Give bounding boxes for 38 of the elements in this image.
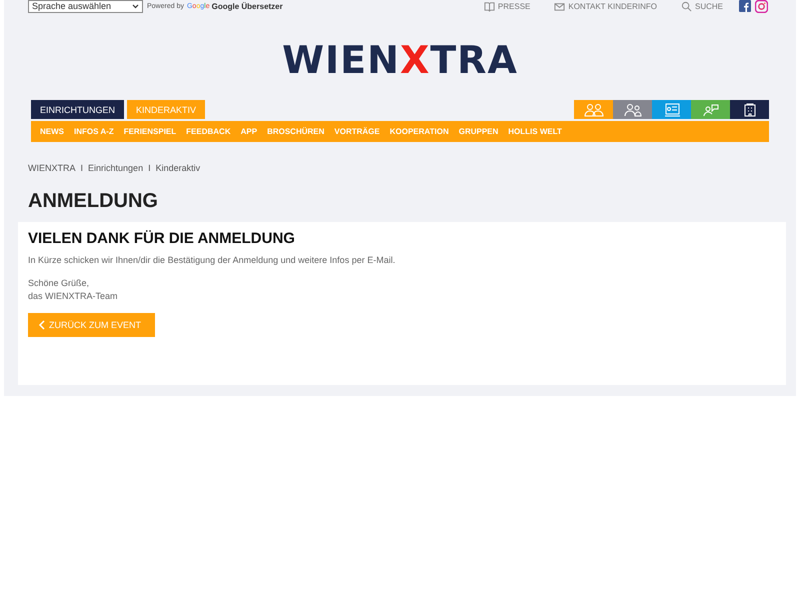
search-icon — [680, 0, 692, 12]
menu-item[interactable]: NEWS — [40, 127, 64, 136]
menu-item[interactable]: INFOS A-Z — [74, 127, 114, 136]
top-link[interactable]: KONTAKT KINDERINFO — [554, 0, 657, 12]
instagram-icon[interactable] — [755, 0, 768, 12]
top-link[interactable]: PRESSE — [484, 0, 530, 12]
menu-item[interactable]: HOLLIS WELT — [508, 127, 562, 136]
translator-name: Google Übersetzer — [212, 2, 283, 10]
breadcrumb-separator: I — [148, 163, 151, 173]
facebook-icon[interactable] — [739, 0, 751, 12]
page-title: ANMELDUNG — [28, 190, 159, 213]
menu-item[interactable]: VORTRÄGE — [334, 127, 380, 136]
breadcrumb-link[interactable]: Kinderaktiv — [156, 163, 200, 173]
breadcrumb-link[interactable]: WIENXTRA — [28, 163, 76, 173]
breadcrumb-separator: I — [80, 163, 84, 173]
message-text: In Kürze schicken wir Ihnen/dir die Bestätigung der Anmeldung und weitere Infos per E-Mail. — [28, 255, 396, 265]
chevron-left-icon — [38, 320, 45, 330]
book-icon — [484, 0, 495, 12]
menu-item[interactable]: GRUPPEN — [458, 127, 498, 136]
menu-item[interactable]: KOOPERATION — [390, 127, 449, 136]
people-icon — [582, 102, 604, 116]
greeting-text: Schöne Grüße, das WIENXTRA-Team — [28, 277, 118, 303]
card-heading: VIELEN DANK FÜR DIE ANMELDUNG — [28, 230, 295, 247]
dropdown-caret-icon — [132, 4, 139, 8]
menu-item[interactable]: APP — [240, 127, 258, 136]
menu-item[interactable]: FEEDBACK — [186, 127, 231, 136]
top-link[interactable]: SUCHE — [680, 0, 723, 12]
language-select[interactable]: Sprache auswählen — [28, 0, 143, 12]
section-tab[interactable]: EINRICHTUNGEN — [31, 100, 124, 119]
audience-tab[interactable] — [730, 100, 769, 119]
back-button[interactable]: ZURÜCK ZUM EVENT — [28, 313, 155, 337]
logo[interactable]: WIENXTRA — [282, 38, 518, 82]
people-icon — [622, 102, 644, 116]
breadcrumb-link[interactable]: Einrichtungen — [88, 163, 144, 173]
section-tab[interactable]: KINDERAKTIV — [127, 100, 206, 119]
menu-item[interactable]: FERIENSPIEL — [124, 127, 176, 136]
mail-icon — [554, 0, 566, 12]
menu-item[interactable]: BROSCHÜREN — [267, 127, 324, 136]
